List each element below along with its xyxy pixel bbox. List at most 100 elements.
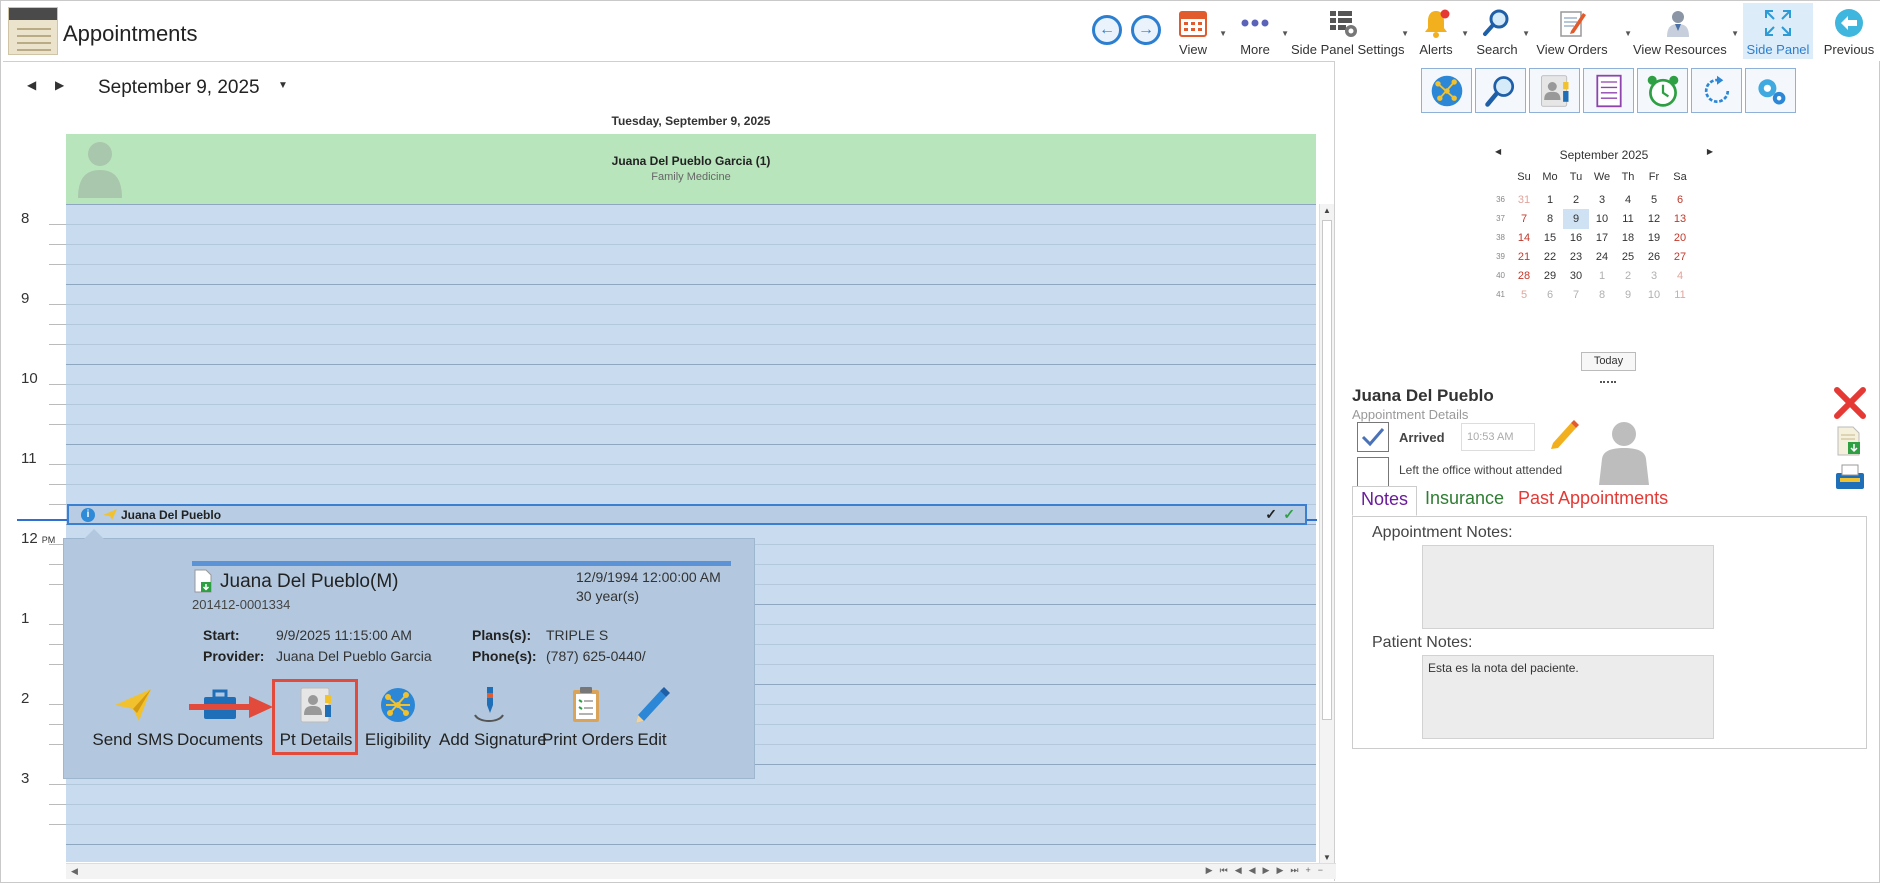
mini-calendar-day[interactable]: 6 [1537,285,1563,305]
view-orders-button[interactable]: ▼ View Orders [1534,3,1632,59]
arrived-checkbox[interactable] [1357,422,1389,452]
mini-calendar-day[interactable]: 1 [1589,266,1615,286]
mini-calendar-day[interactable]: 8 [1537,209,1563,229]
add-signature-button[interactable]: Add Signature [439,685,547,755]
mini-calendar-day[interactable]: 15 [1537,228,1563,248]
today-button[interactable]: Today [1581,352,1636,371]
mini-calendar-day[interactable]: 5 [1641,190,1667,210]
send-sms-button[interactable]: Send SMS [91,685,175,755]
date-title[interactable]: September 9, 2025 [98,77,260,99]
patient-notes-field[interactable]: Esta es la nota del paciente. [1422,655,1714,739]
mini-calendar-day[interactable]: 4 [1667,266,1693,286]
date-dropdown-icon[interactable]: ▼ [278,80,288,91]
mini-calendar-day[interactable]: 11 [1615,209,1641,229]
mini-calendar-day[interactable]: 12 [1641,209,1667,229]
mini-calendar-day[interactable]: 2 [1615,266,1641,286]
mini-calendar-day[interactable]: 7 [1563,285,1589,305]
horizontal-scrollbar[interactable]: ◀ ▶⏮◀◀▶▶⏭+− [66,863,1336,879]
scroll-left-icon[interactable]: ◀ [71,866,78,877]
patient-card-tool[interactable] [1529,68,1580,113]
search-dropdown-icon[interactable]: ▼ [1522,29,1530,38]
eligibility-tool[interactable] [1421,68,1472,113]
mini-calendar-day[interactable]: 25 [1615,247,1641,267]
mini-calendar-next-icon[interactable]: ▶ [1707,147,1713,156]
mini-calendar-day[interactable]: 9 [1563,209,1589,229]
mini-calendar-day[interactable]: 3 [1589,190,1615,210]
alerts-button[interactable]: ▼ Alerts [1415,3,1469,59]
previous-button[interactable]: Previous [1821,3,1877,59]
side-panel-button[interactable]: Side Panel [1743,3,1813,59]
mini-calendar-day[interactable]: 10 [1589,209,1615,229]
alerts-dropdown-icon[interactable]: ▼ [1461,29,1469,38]
print-orders-button[interactable]: Print Orders [542,685,634,755]
tab-notes[interactable]: Notes [1352,486,1418,516]
side-panel-settings-button[interactable]: ▼ Side Panel Settings [1291,3,1409,59]
back-arrow-icon[interactable]: ← [1092,15,1122,45]
mini-calendar-day[interactable]: 22 [1537,247,1563,267]
appointment-block[interactable]: i Juana Del Pueblo ✓ ✓ [67,504,1307,525]
view-button[interactable]: ▼ View [1171,3,1227,59]
mini-calendar-day[interactable]: 8 [1589,285,1615,305]
forward-arrow-icon[interactable]: → [1131,15,1161,45]
left-office-checkbox[interactable] [1357,457,1389,487]
tab-insurance[interactable]: Insurance [1417,486,1512,511]
navigation-controls-icon[interactable]: ▶⏮◀◀▶▶⏭+− [1206,865,1330,876]
mini-calendar-day[interactable]: 9 [1615,285,1641,305]
scroll-up-icon[interactable]: ▲ [1323,206,1331,215]
view-dropdown-icon[interactable]: ▼ [1219,29,1227,38]
edit-button[interactable]: Edit [630,685,674,755]
mini-calendar-day[interactable]: 18 [1615,228,1641,248]
side-panel-settings-dropdown-icon[interactable]: ▼ [1401,29,1409,38]
prev-day-icon[interactable]: ◀ [27,78,36,92]
document-download-icon[interactable] [1835,426,1863,456]
mini-calendar-day[interactable]: 2 [1563,190,1589,210]
mini-calendar-day[interactable]: 24 [1589,247,1615,267]
eligibility-button[interactable]: Eligibility [359,685,437,755]
refresh-tool[interactable] [1691,68,1742,113]
mini-calendar-day[interactable]: 23 [1563,247,1589,267]
more-button[interactable]: ▼ More [1233,3,1289,59]
close-x-icon[interactable] [1833,386,1867,420]
vertical-scrollbar[interactable]: ▲ ▼ [1319,204,1334,864]
mini-calendar-day[interactable]: 7 [1511,209,1537,229]
scroll-down-icon[interactable]: ▼ [1323,853,1331,862]
mini-calendar-day[interactable]: 14 [1511,228,1537,248]
mini-calendar-day[interactable]: 5 [1511,285,1537,305]
settings-tool[interactable] [1745,68,1796,113]
mini-calendar-day[interactable]: 6 [1667,190,1693,210]
edit-pencil-icon[interactable] [1549,419,1579,451]
search-button[interactable]: ▼ Search [1476,3,1530,59]
mini-calendar-day[interactable]: 20 [1667,228,1693,248]
mini-calendar-day[interactable]: 27 [1667,247,1693,267]
mini-calendar-day[interactable]: 16 [1563,228,1589,248]
mini-calendar-prev-icon[interactable]: ◀ [1495,147,1501,156]
alarm-tool[interactable] [1637,68,1688,113]
tab-past-appointments[interactable]: Past Appointments [1510,486,1676,511]
mini-calendar-day[interactable]: 28 [1511,266,1537,286]
mini-calendar-day[interactable]: 17 [1589,228,1615,248]
panel-splitter[interactable] [1600,381,1616,383]
view-orders-dropdown-icon[interactable]: ▼ [1624,29,1632,38]
search-tool[interactable] [1475,68,1526,113]
mini-calendar-day[interactable]: 29 [1537,266,1563,286]
arrived-time-field[interactable]: 10:53 AM [1461,423,1535,451]
mini-calendar-day[interactable]: 3 [1641,266,1667,286]
info-icon[interactable]: i [81,508,95,522]
mini-calendar-day[interactable]: 1 [1537,190,1563,210]
more-dropdown-icon[interactable]: ▼ [1281,29,1289,38]
fax-machine-icon[interactable] [1834,463,1866,491]
mini-calendar-day[interactable]: 26 [1641,247,1667,267]
notes-tool[interactable] [1583,68,1634,113]
mini-calendar-title[interactable]: September 2025 [1560,148,1649,162]
mini-calendar-day[interactable]: 11 [1667,285,1693,305]
mini-calendar-day[interactable]: 30 [1563,266,1589,286]
mini-calendar-day[interactable]: 4 [1615,190,1641,210]
mini-calendar-day[interactable]: 19 [1641,228,1667,248]
mini-calendar-day[interactable]: 13 [1667,209,1693,229]
view-resources-button[interactable]: ▼ View Resources [1633,3,1739,59]
next-day-icon[interactable]: ▶ [55,78,64,92]
mini-calendar-day[interactable]: 31 [1511,190,1537,210]
mini-calendar-day[interactable]: 10 [1641,285,1667,305]
scroll-thumb[interactable] [1322,220,1332,720]
appointment-notes-field[interactable] [1422,545,1714,629]
